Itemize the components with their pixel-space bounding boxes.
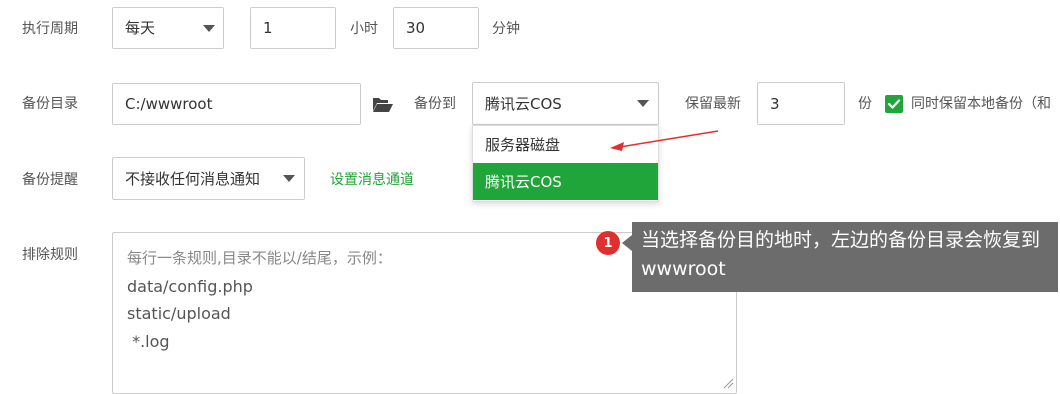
backup-dir-input[interactable]: C:/wwwroot [112,83,361,125]
dropdown-option-tencent-cos[interactable]: 腾讯云COS [473,163,658,200]
checkmark-icon [887,99,901,109]
notify-value: 不接收任何消息通知 [125,169,261,188]
annotation-arrow-icon [610,130,719,151]
hint-tooltip: 当选择备份目的地时，左边的备份目录会恢复到wwwroot [632,222,1058,292]
chevron-down-icon [283,175,295,182]
keep-latest-label: 保留最新 [685,96,741,112]
backup-dest-select[interactable]: 腾讯云COS [472,82,659,125]
keep-local-label: 同时保留本地备份（和 [911,96,1051,112]
keep-unit: 份 [858,96,872,112]
rule-line: *.log [127,331,170,351]
rule-line: static/upload [127,304,231,323]
notify-label: 备份提醒 [22,172,78,188]
chevron-down-icon [203,25,215,32]
schedule-label: 执行周期 [22,21,78,37]
resize-handle-icon[interactable] [722,377,734,389]
tooltip-pointer [622,235,632,251]
folder-open-icon[interactable] [372,94,394,114]
notify-select[interactable]: 不接收任何消息通知 [112,157,305,200]
message-channel-link[interactable]: 设置消息通道 [330,169,414,189]
exclude-label: 排除规则 [22,247,78,263]
step-badge: 1 [596,231,620,255]
hours-input[interactable]: 1 [250,7,336,49]
keep-count-input[interactable]: 3 [757,82,845,125]
option-label: 腾讯云COS [485,173,562,191]
minutes-unit: 分钟 [492,21,520,37]
option-label: 服务器磁盘 [485,136,561,154]
period-select[interactable]: 每天 [112,7,224,49]
period-value: 每天 [125,19,156,37]
minutes-input[interactable]: 30 [393,7,479,49]
keep-local-checkbox[interactable] [885,95,903,113]
hours-value: 1 [263,19,273,37]
backup-dir-value: C:/wwwroot [125,95,213,113]
backup-to-label: 备份到 [414,96,456,112]
minutes-value: 30 [406,19,426,37]
backup-dest-value: 腾讯云COS [485,94,562,113]
backup-dir-label: 备份目录 [22,96,78,112]
keep-count-value: 3 [770,94,780,113]
chevron-down-icon [637,100,649,107]
hours-unit: 小时 [350,21,378,37]
